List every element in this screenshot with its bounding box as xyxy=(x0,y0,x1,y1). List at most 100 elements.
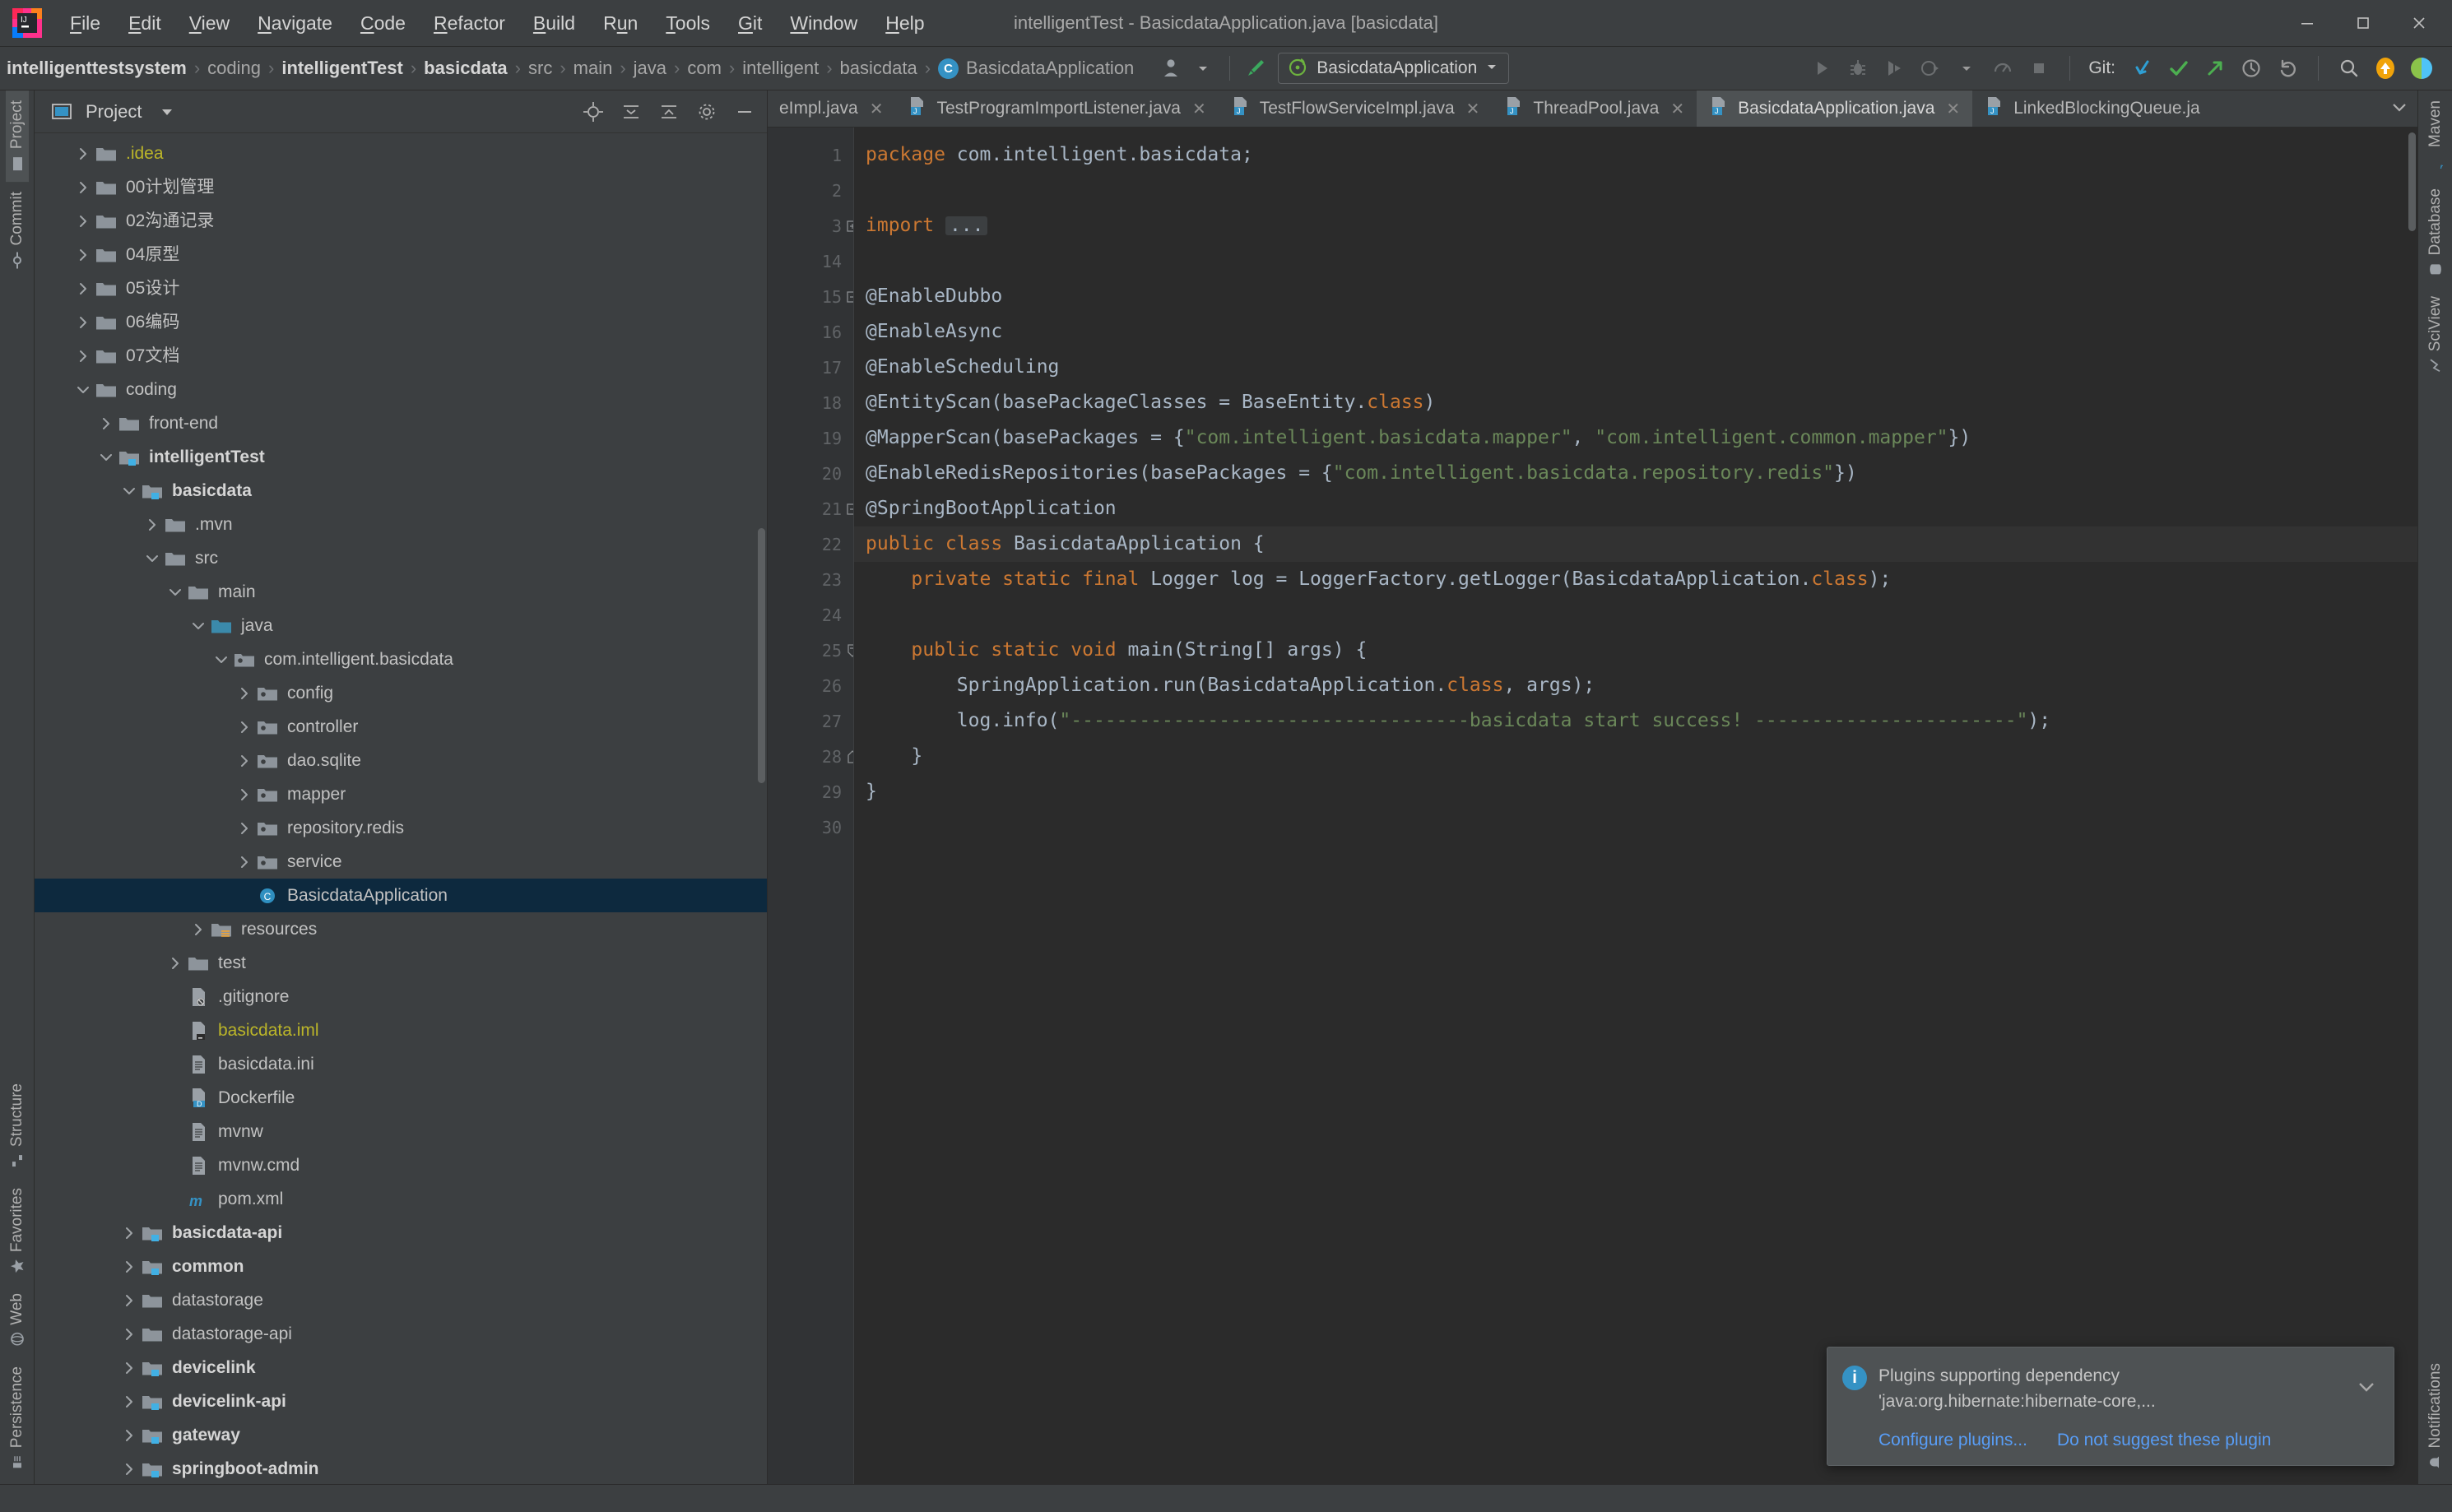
code-line[interactable]: public static void main(String[] args) { xyxy=(854,633,2417,668)
menu-refactor[interactable]: Refactor xyxy=(420,9,519,38)
locate-icon[interactable] xyxy=(579,98,607,126)
editor-gutter[interactable]: 1 2 3 14 15 16 17 18 19 20 21 22 23 24 25 26 27 28 29 30 xyxy=(768,128,858,1484)
code-line[interactable]: @EntityScan(basePackageClasses = BaseEnt… xyxy=(854,385,2417,420)
chevron-right-icon[interactable] xyxy=(118,1391,140,1412)
breadcrumb-item-2[interactable]: intelligentTest xyxy=(275,57,410,80)
chevron-down-icon[interactable] xyxy=(72,379,94,401)
breadcrumb-item-8[interactable]: intelligent xyxy=(736,57,825,80)
do-not-suggest-link[interactable]: Do not suggest these plugin xyxy=(2057,1431,2271,1450)
chevron-down-icon[interactable] xyxy=(211,649,232,670)
code-line[interactable]: package com.intelligent.basicdata; xyxy=(854,137,2417,173)
tree-item[interactable]: D Dockerfile xyxy=(35,1081,767,1115)
code-line[interactable]: log.info("------------------------------… xyxy=(854,703,2417,739)
chevron-down-icon[interactable] xyxy=(165,582,186,603)
gutter-line-number[interactable]: 21 xyxy=(768,491,858,526)
code-line[interactable]: @SpringBootApplication xyxy=(854,491,2417,526)
chevron-right-icon[interactable] xyxy=(72,312,94,333)
chevron-right-icon[interactable] xyxy=(95,413,117,434)
tree-item[interactable]: 06编码 xyxy=(35,305,767,339)
breadcrumb-item-0[interactable]: intelligenttestsystem xyxy=(0,57,193,80)
chevron-down-icon[interactable] xyxy=(2389,97,2409,121)
run-configuration-selector[interactable]: BasicdataApplication xyxy=(1278,53,1510,84)
editor-tabs-overflow[interactable] xyxy=(2381,90,2417,127)
tree-item[interactable]: springboot-admin xyxy=(35,1452,767,1484)
tree-item[interactable]: service xyxy=(35,845,767,879)
gutter-line-number[interactable]: 19 xyxy=(768,420,853,456)
notification-popup[interactable]: i Plugins supporting dependency 'java:or… xyxy=(1827,1347,2394,1466)
search-icon[interactable] xyxy=(2332,51,2366,86)
gutter-line-number[interactable]: 28 xyxy=(768,739,857,774)
profiler-icon[interactable] xyxy=(1913,51,1948,86)
breadcrumb-item-5[interactable]: main xyxy=(567,57,620,80)
collapse-all-icon[interactable] xyxy=(617,98,645,126)
gutter-line-number[interactable]: 24 xyxy=(768,597,853,633)
tree-item[interactable]: resources xyxy=(35,912,767,946)
breadcrumb-item-1[interactable]: coding xyxy=(201,57,267,80)
inspection-status-icon[interactable] xyxy=(2404,51,2439,86)
tree-item[interactable]: 05设计 xyxy=(35,271,767,305)
chevron-right-icon[interactable] xyxy=(234,851,255,873)
sidebar-item-favorites[interactable]: Favorites xyxy=(6,1178,29,1283)
gutter-line-number[interactable]: 2 xyxy=(768,173,853,208)
sidebar-item-structure[interactable]: Structure xyxy=(6,1074,29,1178)
close-tab-icon[interactable]: ✕ xyxy=(1670,99,1684,119)
menu-edit[interactable]: Edit xyxy=(114,9,175,38)
tree-item[interactable]: 04原型 xyxy=(35,238,767,271)
tree-item[interactable]: datastorage-api xyxy=(35,1317,767,1351)
tree-item[interactable]: controller xyxy=(35,710,767,744)
gutter-line-number[interactable]: 23 xyxy=(768,562,853,597)
tree-item[interactable]: m pom.xml xyxy=(35,1182,767,1216)
run-with-coverage-icon[interactable] xyxy=(1877,51,1911,86)
editor-tab[interactable]: J BasicdataApplication.java ✕ xyxy=(1697,90,1973,127)
breadcrumb-item-6[interactable]: java xyxy=(627,57,673,80)
gutter-line-number[interactable]: 14 xyxy=(768,243,853,279)
settings-gear-icon[interactable] xyxy=(693,98,721,126)
breadcrumb-item-3[interactable]: basicdata xyxy=(417,57,514,80)
sidebar-item-notifications[interactable]: Notifications xyxy=(2424,1353,2447,1480)
breadcrumb-item-class[interactable]: C BasicdataApplication xyxy=(931,57,1140,81)
gutter-line-number[interactable]: 22 xyxy=(768,526,853,562)
tree-item[interactable]: repository.redis xyxy=(35,811,767,845)
editor-scrollbar[interactable] xyxy=(2408,132,2416,231)
gutter-line-number[interactable]: 29 xyxy=(768,774,853,809)
editor-tab-bar[interactable]: eImpl.java ✕ J TestProgramImportListener.ja… xyxy=(768,90,2417,128)
close-tab-icon[interactable]: ✕ xyxy=(870,99,884,119)
code-line[interactable]: @EnableRedisRepositories(basePackages = … xyxy=(854,456,2417,491)
chevron-down-icon[interactable] xyxy=(1485,60,1498,77)
tree-item[interactable]: basicdata-api xyxy=(35,1216,767,1250)
chevron-right-icon[interactable] xyxy=(234,784,255,805)
chevron-right-icon[interactable] xyxy=(118,1256,140,1278)
menu-run[interactable]: Run xyxy=(589,9,652,38)
chevron-down-icon[interactable] xyxy=(118,480,140,502)
chevron-right-icon[interactable] xyxy=(188,919,209,940)
tree-item[interactable]: mvnw.cmd xyxy=(35,1148,767,1182)
tree-item[interactable]: config xyxy=(35,676,767,710)
breadcrumb-item-9[interactable]: basicdata xyxy=(834,57,924,80)
configure-plugins-link[interactable]: Configure plugins... xyxy=(1878,1431,2027,1450)
menu-git[interactable]: Git xyxy=(724,9,776,38)
chevron-right-icon[interactable] xyxy=(72,143,94,165)
sidebar-item-web[interactable]: Web xyxy=(6,1283,29,1357)
chevron-right-icon[interactable] xyxy=(118,1290,140,1311)
tree-item[interactable]: basicdata.ini xyxy=(35,1047,767,1081)
push-icon[interactable] xyxy=(2198,51,2232,86)
close-tab-icon[interactable]: ✕ xyxy=(1466,99,1480,119)
code-line[interactable]: import ... xyxy=(854,208,2417,243)
tree-item[interactable]: main xyxy=(35,575,767,609)
chevron-right-icon[interactable] xyxy=(234,818,255,839)
tree-item[interactable]: .idea xyxy=(35,137,767,170)
tree-item[interactable]: .mvn xyxy=(35,508,767,541)
tree-item[interactable]: devicelink xyxy=(35,1351,767,1384)
tree-item[interactable]: datastorage xyxy=(35,1283,767,1317)
menu-view[interactable]: View xyxy=(175,9,244,38)
gutter-line-number[interactable]: 15 xyxy=(768,279,858,314)
tree-item[interactable]: basicdata.iml xyxy=(35,1013,767,1047)
tree-item[interactable]: 07文档 xyxy=(35,339,767,373)
breadcrumb-item-7[interactable]: com xyxy=(680,57,728,80)
menu-navigate[interactable]: Navigate xyxy=(244,9,346,38)
sidebar-item-database[interactable]: Database xyxy=(2424,179,2447,286)
tree-item[interactable]: mvnw xyxy=(35,1115,767,1148)
gutter-line-number[interactable]: 30 xyxy=(768,809,853,845)
sidebar-item-sciview[interactable]: SciView xyxy=(2424,286,2447,383)
run-icon[interactable] xyxy=(1804,51,1839,86)
